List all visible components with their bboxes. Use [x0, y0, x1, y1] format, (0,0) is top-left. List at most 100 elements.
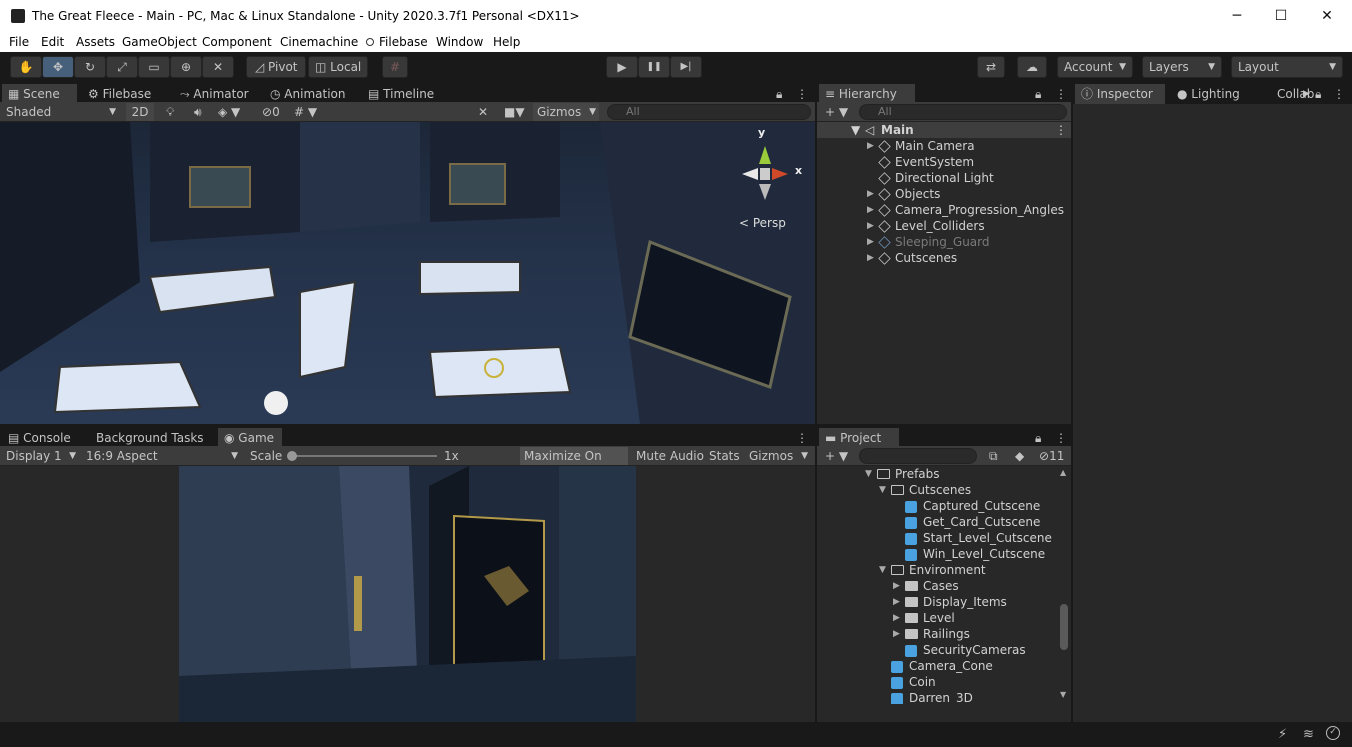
label-icon[interactable]: ◆	[1011, 447, 1029, 465]
tab-console[interactable]: ▤ Console	[2, 428, 82, 448]
project-item[interactable]: Win_Level_Cutscene	[817, 546, 1057, 562]
kebab-menu-icon[interactable]: ⋮	[796, 428, 808, 448]
expand-arrow-icon[interactable]: ▶	[867, 186, 877, 202]
hierarchy-item[interactable]: Directional Light	[817, 170, 1071, 186]
project-item[interactable]: ▶ Display_Items	[817, 594, 1057, 610]
menu-help[interactable]: Help	[493, 35, 520, 49]
kebab-menu-icon[interactable]: ⋮	[796, 84, 808, 104]
gizmos-dropdown[interactable]: Gizmos ▼	[533, 103, 599, 121]
layers-dropdown[interactable]: Layers ▼	[1142, 56, 1222, 78]
expand-arrow-icon[interactable]: ▶	[893, 626, 903, 642]
pause-button[interactable]: ❚❚	[638, 56, 670, 78]
hidden-packages-toggle[interactable]: ⊘11	[1035, 447, 1069, 465]
hierarchy-scene-row[interactable]: ▼ ◁ Main ⋮	[817, 122, 1071, 138]
collab-icon[interactable]: ⇄	[977, 56, 1005, 78]
kebab-menu-icon[interactable]: ⋮	[1055, 84, 1067, 104]
layout-dropdown[interactable]: Layout ▼	[1231, 56, 1343, 78]
expand-arrow-icon[interactable]: ▶	[867, 234, 877, 250]
pivot-toggle[interactable]: ◿ Pivot	[246, 56, 306, 78]
scroll-down-icon[interactable]: ▼	[1060, 690, 1066, 699]
tab-project[interactable]: ▬ Project	[819, 428, 899, 448]
audio-icon[interactable]: 🔊︎	[190, 103, 210, 121]
expand-arrow-icon[interactable]: ▶	[867, 218, 877, 234]
tab-animator[interactable]: ⤳ Animator	[174, 84, 260, 104]
project-item[interactable]: Get_Card_Cutscene	[817, 514, 1057, 530]
kebab-menu-icon[interactable]: ⋮	[1333, 84, 1345, 104]
menu-file[interactable]: File	[9, 35, 29, 49]
transform-tool-icon[interactable]: ⊕	[170, 56, 202, 78]
chevron-right-icon[interactable]: ▶	[1303, 84, 1313, 104]
hierarchy-item[interactable]: ▶ Sleeping_Guard	[817, 234, 1071, 250]
tab-background-tasks[interactable]: Background Tasks	[90, 428, 210, 448]
tab-filebase[interactable]: ⚙ Filebase	[82, 84, 168, 104]
expand-arrow-icon[interactable]: ▶	[893, 578, 903, 594]
scrollbar-thumb[interactable]	[1060, 604, 1068, 650]
create-dropdown[interactable]: + ▼	[821, 103, 851, 121]
project-item[interactable]: ▼ Environment	[817, 562, 1057, 578]
hierarchy-search-input[interactable]: All	[859, 104, 1067, 120]
minimize-button[interactable]: ─	[1214, 0, 1260, 32]
kebab-menu-icon[interactable]: ⋮	[1055, 428, 1067, 448]
project-scrollbar[interactable]: ▲ ▼	[1059, 468, 1069, 700]
local-toggle[interactable]: ◫ Local	[308, 56, 368, 78]
auto-generate-lighting-icon[interactable]: ⚡	[1278, 727, 1287, 742]
hierarchy-item[interactable]: EventSystem	[817, 154, 1071, 170]
tab-hierarchy[interactable]: ≡ Hierarchy	[819, 84, 915, 104]
scale-tool-icon[interactable]: ⤢	[106, 56, 138, 78]
project-item[interactable]: Camera_Cone	[817, 658, 1057, 674]
project-item[interactable]: Darren_3D	[817, 690, 1057, 704]
project-item[interactable]: ▼ Prefabs	[817, 466, 1057, 482]
project-item[interactable]: ▶ Cases	[817, 578, 1057, 594]
check-icon[interactable]: ✓	[1326, 726, 1340, 740]
scene-search-input[interactable]: All	[607, 104, 811, 120]
expand-arrow-icon[interactable]: ▶	[867, 138, 877, 154]
tab-animation[interactable]: ◷ Animation	[264, 84, 356, 104]
hierarchy-item[interactable]: ▶ Objects	[817, 186, 1071, 202]
scale-slider-handle[interactable]	[287, 451, 297, 461]
tab-lighting[interactable]: ● Lighting	[1171, 84, 1241, 104]
hand-tool-icon[interactable]: ✋	[10, 56, 42, 78]
step-button[interactable]: ▶|	[670, 56, 702, 78]
menu-window[interactable]: Window	[436, 35, 483, 49]
menu-cinemachine[interactable]: Cinemachine	[280, 35, 358, 49]
lock-icon[interactable]: 🔒︎	[1035, 428, 1049, 448]
cloud-icon[interactable]: ☁	[1017, 56, 1047, 78]
kebab-menu-icon[interactable]: ⋮	[1055, 122, 1067, 138]
custom-tool-icon[interactable]: ✕	[202, 56, 234, 78]
hidden-objects-toggle[interactable]: ⊘0	[258, 103, 286, 121]
tab-timeline[interactable]: ▤ Timeline	[362, 84, 452, 104]
scroll-up-icon[interactable]: ▲	[1060, 468, 1066, 477]
play-button[interactable]: ▶	[606, 56, 638, 78]
effects-dropdown[interactable]: ◈ ▼	[214, 103, 254, 121]
expand-arrow-icon[interactable]: ▼	[865, 466, 875, 482]
move-tool-icon[interactable]: ✥	[42, 56, 74, 78]
lock-icon[interactable]: 🔒︎	[776, 84, 790, 104]
project-item[interactable]: Start_Level_Cutscene	[817, 530, 1057, 546]
projection-label[interactable]: < Persp	[739, 216, 786, 230]
create-dropdown[interactable]: + ▼	[821, 447, 851, 465]
stats-toggle[interactable]: Stats	[705, 447, 743, 465]
hierarchy-item[interactable]: ▶ Camera_Progression_Angles	[817, 202, 1071, 218]
project-search-input[interactable]	[859, 448, 977, 464]
lock-icon[interactable]: 🔒︎	[1315, 84, 1329, 104]
expand-arrow-icon[interactable]: ▼	[851, 122, 860, 138]
project-item[interactable]: SecurityCameras	[817, 642, 1057, 658]
close-button[interactable]: ✕	[1304, 0, 1350, 32]
expand-arrow-icon[interactable]: ▼	[879, 562, 889, 578]
hierarchy-item[interactable]: ▶ Cutscenes	[817, 250, 1071, 266]
project-item[interactable]: Captured_Cutscene	[817, 498, 1057, 514]
scene-viewport[interactable]: y x < Persp	[0, 122, 815, 424]
project-item[interactable]: ▶ Level	[817, 610, 1057, 626]
tab-inspector[interactable]: ⓘ Inspector	[1075, 84, 1165, 104]
expand-arrow-icon[interactable]: ▼	[879, 482, 889, 498]
expand-arrow-icon[interactable]: ▶	[893, 610, 903, 626]
shading-dropdown[interactable]: Shaded ▼	[2, 103, 120, 121]
grid-snap-icon[interactable]: #	[382, 56, 408, 78]
account-dropdown[interactable]: Account ▼	[1057, 56, 1133, 78]
project-item[interactable]: ▶ Railings	[817, 626, 1057, 642]
aspect-dropdown[interactable]: 16:9 Aspect ▼	[82, 447, 242, 465]
expand-arrow-icon[interactable]: ▶	[867, 250, 877, 266]
cache-server-icon[interactable]: ≋	[1303, 727, 1314, 742]
rect-tool-icon[interactable]: ▭	[138, 56, 170, 78]
mode-2d-toggle[interactable]: 2D	[126, 103, 154, 121]
